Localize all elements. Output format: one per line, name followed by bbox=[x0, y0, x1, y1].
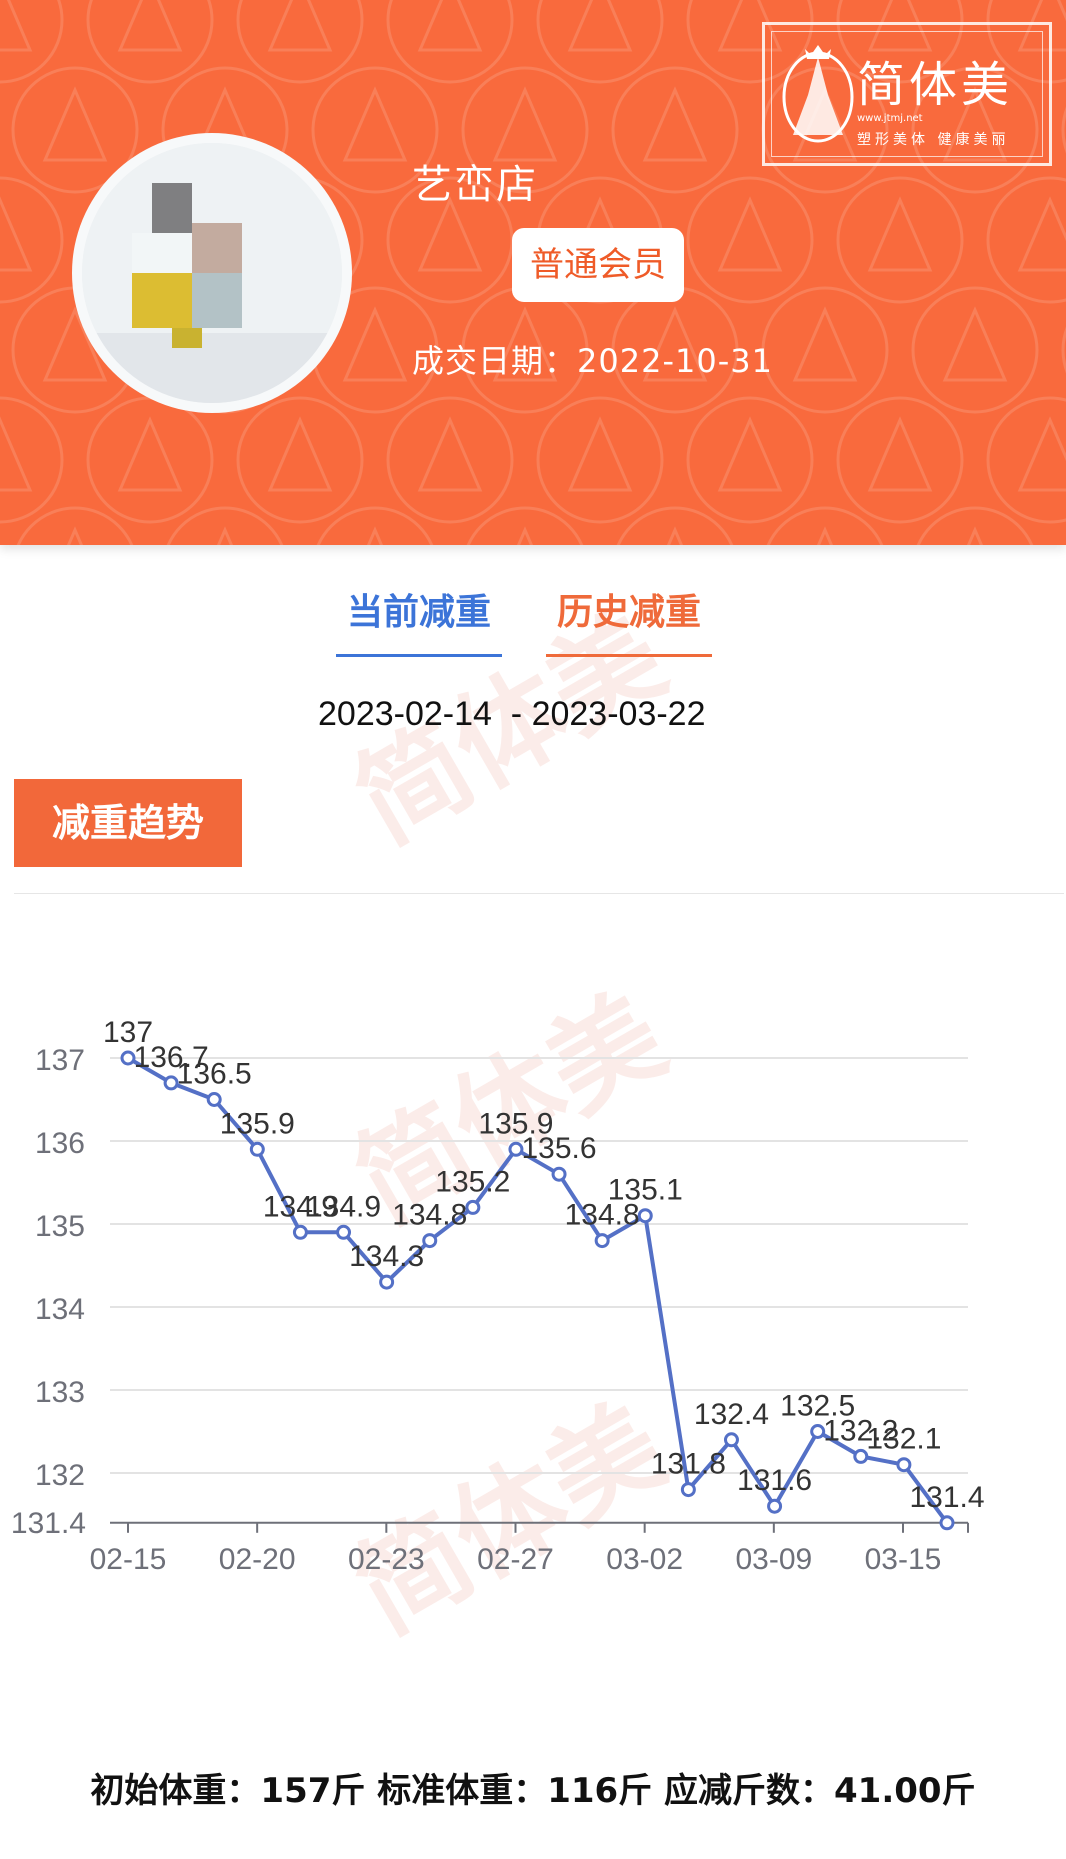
x-tick-label: 02-15 bbox=[90, 1543, 167, 1576]
data-label: 134.8 bbox=[392, 1199, 467, 1232]
y-tick-label: 131.4 bbox=[11, 1507, 86, 1540]
y-tick-label: 136 bbox=[35, 1127, 85, 1160]
shop-name: 艺峦店 bbox=[412, 162, 538, 208]
data-point bbox=[853, 1448, 869, 1464]
data-point bbox=[292, 1224, 308, 1240]
x-tick-label: 03-15 bbox=[865, 1543, 942, 1576]
y-tick-label: 137 bbox=[35, 1044, 85, 1077]
y-tick-label: 133 bbox=[35, 1376, 85, 1409]
data-point bbox=[810, 1424, 826, 1439]
data-point bbox=[163, 1075, 179, 1091]
member-level-badge: 普通会员 bbox=[512, 228, 684, 302]
data-label: 134.9 bbox=[306, 1190, 381, 1223]
data-point bbox=[767, 1498, 783, 1514]
data-label: 131.4 bbox=[909, 1481, 984, 1514]
data-label: 136.5 bbox=[177, 1058, 252, 1091]
data-point bbox=[594, 1233, 610, 1249]
data-point bbox=[637, 1208, 653, 1224]
divider bbox=[14, 893, 1064, 894]
y-tick-label: 134 bbox=[35, 1293, 85, 1326]
data-point bbox=[422, 1233, 438, 1249]
date-range[interactable]: 2023-02-14 - 2023-03-22 bbox=[318, 695, 706, 734]
data-point bbox=[508, 1141, 524, 1157]
deal-date: 成交日期：2022-10-31 bbox=[412, 342, 773, 380]
data-point bbox=[939, 1515, 955, 1531]
x-tick-label: 02-20 bbox=[219, 1543, 296, 1576]
data-label: 135.6 bbox=[522, 1132, 597, 1165]
member-header: 艺峦店 普通会员 成交日期：2022-10-31 简体美 www.jtmj.ne… bbox=[0, 0, 1066, 545]
x-tick-label: 03-02 bbox=[606, 1543, 683, 1576]
y-tick-label: 135 bbox=[35, 1210, 85, 1243]
data-point bbox=[723, 1432, 739, 1448]
data-label: 131.8 bbox=[651, 1448, 726, 1481]
data-label: 135.2 bbox=[435, 1165, 510, 1198]
tab-current-weight-loss[interactable]: 当前减重 bbox=[336, 588, 502, 657]
data-point bbox=[249, 1141, 265, 1157]
avatar-image bbox=[82, 143, 342, 403]
data-point bbox=[206, 1092, 222, 1107]
x-tick-label: 03-09 bbox=[735, 1543, 812, 1576]
data-label: 131.6 bbox=[737, 1464, 812, 1497]
x-tick-label: 02-23 bbox=[348, 1543, 425, 1576]
data-label: 134.3 bbox=[349, 1240, 424, 1273]
data-point bbox=[551, 1166, 567, 1182]
data-label: 135.9 bbox=[220, 1107, 295, 1140]
weight-trend-chart: 137136135134133132131.402-15 02-20 02-23 02… bbox=[11, 1016, 985, 1576]
tab-history-weight-loss[interactable]: 历史减重 bbox=[546, 588, 712, 657]
data-label: 132.1 bbox=[866, 1423, 941, 1456]
brand-url: www.jtmj.net bbox=[857, 113, 923, 124]
weight-summary: 初始体重：157斤 标准体重：116斤 应减斤数：41.00斤 bbox=[90, 1771, 976, 1811]
data-point bbox=[336, 1224, 352, 1240]
section-title-weight-trend: 减重趋势 bbox=[14, 779, 242, 867]
data-point bbox=[680, 1482, 696, 1498]
data-label: 132.4 bbox=[694, 1398, 769, 1431]
data-point bbox=[896, 1457, 912, 1473]
brand-logo: 简体美 www.jtmj.net 塑形美体 健康美丽 bbox=[762, 22, 1052, 166]
y-tick-label: 132 bbox=[35, 1459, 85, 1492]
x-tick-label: 02-27 bbox=[477, 1543, 554, 1576]
brand-slogan: 塑形美体 健康美丽 bbox=[857, 132, 1010, 148]
data-point bbox=[379, 1274, 395, 1290]
avatar bbox=[72, 133, 352, 413]
data-point bbox=[120, 1050, 136, 1066]
data-label: 135.1 bbox=[608, 1174, 683, 1207]
dress-icon bbox=[782, 45, 854, 143]
brand-name: 简体美 bbox=[857, 57, 1014, 113]
data-point bbox=[465, 1199, 481, 1215]
